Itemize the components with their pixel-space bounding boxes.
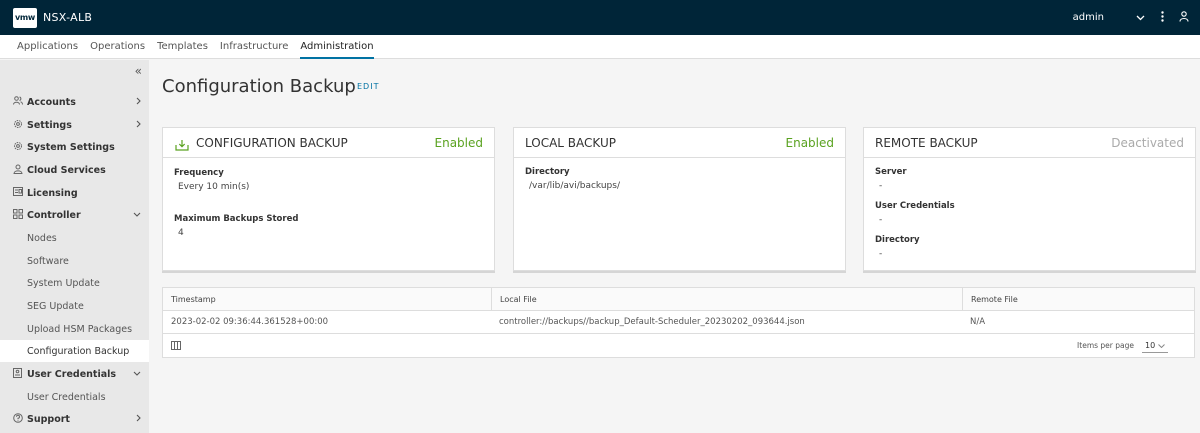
card-header: LOCAL BACKUP Enabled — [514, 128, 845, 158]
sidebar-item-software[interactable]: Software — [0, 250, 149, 272]
field-value-frequency: Every 10 min(s) — [178, 182, 250, 192]
field-value-directory: - — [879, 249, 883, 259]
cell-timestamp: 2023-02-02 09:36:44.361528+00:00 — [171, 317, 329, 327]
edit-button[interactable]: EDIT — [357, 82, 379, 91]
items-per-page-select[interactable]: 10 — [1142, 339, 1168, 353]
card-header: REMOTE BACKUP Deactivated — [864, 128, 1195, 158]
sidebar-item-system-update[interactable]: System Update — [0, 272, 149, 294]
status-badge: Enabled — [434, 136, 484, 150]
card-title: LOCAL BACKUP — [525, 136, 616, 150]
license-icon — [13, 187, 23, 199]
user-icon[interactable] — [1178, 10, 1190, 25]
gear-icon — [13, 141, 23, 154]
gear-icon — [13, 119, 23, 132]
field-label-directory: Directory — [525, 167, 570, 177]
vmware-logo[interactable]: vmw — [13, 7, 37, 28]
sidebar-item-user-credentials-sub[interactable]: User Credentials — [0, 386, 149, 408]
card-header: CONFIGURATION BACKUP Enabled — [163, 128, 494, 158]
field-value-user-credentials: - — [879, 215, 883, 225]
field-label-directory: Directory — [875, 235, 920, 245]
table-row[interactable]: 2023-02-02 09:36:44.361528+00:00 control… — [163, 311, 1194, 334]
status-badge: Enabled — [785, 136, 835, 150]
chevron-down-icon — [133, 369, 141, 379]
user-name[interactable]: admin — [1073, 12, 1104, 23]
sidebar-item-support[interactable]: Support — [0, 408, 149, 430]
sidebar-item-settings[interactable]: Settings — [0, 114, 149, 136]
sidebar-item-nodes[interactable]: Nodes — [0, 227, 149, 249]
sidebar-item-controller[interactable]: Controller — [0, 204, 149, 226]
local-backup-card: LOCAL BACKUP Enabled Directory /var/lib/… — [513, 127, 846, 271]
tab-operations[interactable]: Operations — [90, 35, 145, 59]
status-badge: Deactivated — [1111, 136, 1184, 150]
users-icon — [13, 96, 23, 108]
cloud-users-icon — [13, 164, 23, 177]
backup-download-icon — [175, 136, 189, 151]
cell-local-file: controller://backups//backup_Default-Sch… — [499, 317, 805, 327]
column-toggle-icon[interactable] — [171, 341, 181, 353]
column-header-timestamp[interactable]: Timestamp — [163, 288, 491, 311]
page-title: Configuration Backup — [162, 76, 356, 97]
tab-templates[interactable]: Templates — [157, 35, 208, 59]
card-title: REMOTE BACKUP — [875, 136, 978, 150]
tab-infrastructure[interactable]: Infrastructure — [220, 35, 288, 59]
table-footer: Items per page 10 — [163, 334, 1194, 358]
cell-remote-file: N/A — [970, 317, 986, 327]
remote-backup-card: REMOTE BACKUP Deactivated Server - User … — [863, 127, 1196, 271]
sidebar-item-upload-hsm-packages[interactable]: Upload HSM Packages — [0, 318, 149, 340]
help-icon — [13, 412, 23, 426]
field-value-directory: /var/lib/avi/backups/ — [529, 181, 620, 191]
more-vertical-icon[interactable] — [1156, 10, 1168, 25]
controller-icon — [13, 208, 23, 222]
field-value-server: - — [879, 181, 883, 191]
chevron-right-icon — [136, 120, 141, 131]
chevron-down-icon[interactable] — [1134, 11, 1146, 24]
top-navigation: Applications Operations Templates Infras… — [0, 35, 1200, 59]
chevron-right-icon — [136, 97, 141, 108]
collapse-sidebar-icon[interactable]: « — [135, 64, 142, 78]
field-value-max-backups: 4 — [178, 228, 184, 238]
tab-administration[interactable]: Administration — [300, 35, 374, 59]
app-header: vmw NSX-ALB admin — [0, 0, 1200, 35]
configuration-backup-card: CONFIGURATION BACKUP Enabled Frequency E… — [162, 127, 495, 271]
header-user-area: admin — [1073, 0, 1190, 35]
chevron-down-icon — [1158, 339, 1165, 353]
field-label-server: Server — [875, 167, 907, 177]
app-title[interactable]: NSX-ALB — [43, 11, 92, 24]
items-per-page-value: 10 — [1145, 341, 1156, 350]
card-title: CONFIGURATION BACKUP — [196, 136, 348, 150]
column-header-remote-file[interactable]: Remote File — [962, 288, 1194, 311]
sidebar-item-licensing[interactable]: Licensing — [0, 182, 149, 204]
sidebar: « Accounts Settings System Settings Clou… — [0, 60, 149, 433]
credentials-icon — [13, 367, 22, 381]
sidebar-item-cloud-services[interactable]: Cloud Services — [0, 159, 149, 181]
field-label-max-backups: Maximum Backups Stored — [174, 214, 299, 224]
field-label-user-credentials: User Credentials — [875, 201, 955, 211]
column-header-local-file[interactable]: Local File — [491, 288, 962, 311]
chevron-right-icon — [136, 414, 141, 425]
chevron-down-icon — [133, 210, 141, 220]
sidebar-item-configuration-backup[interactable]: Configuration Backup — [0, 340, 149, 362]
items-per-page-label: Items per page — [1077, 341, 1134, 350]
sidebar-item-system-settings[interactable]: System Settings — [0, 136, 149, 158]
tab-applications[interactable]: Applications — [17, 35, 78, 59]
field-label-frequency: Frequency — [174, 168, 224, 178]
sidebar-item-accounts[interactable]: Accounts — [0, 91, 149, 113]
backups-table: Timestamp Local File Remote File 2023-02… — [162, 287, 1195, 358]
table-header: Timestamp Local File Remote File — [163, 288, 1194, 311]
sidebar-item-user-credentials[interactable]: User Credentials — [0, 363, 149, 385]
sidebar-item-seg-update[interactable]: SEG Update — [0, 295, 149, 317]
